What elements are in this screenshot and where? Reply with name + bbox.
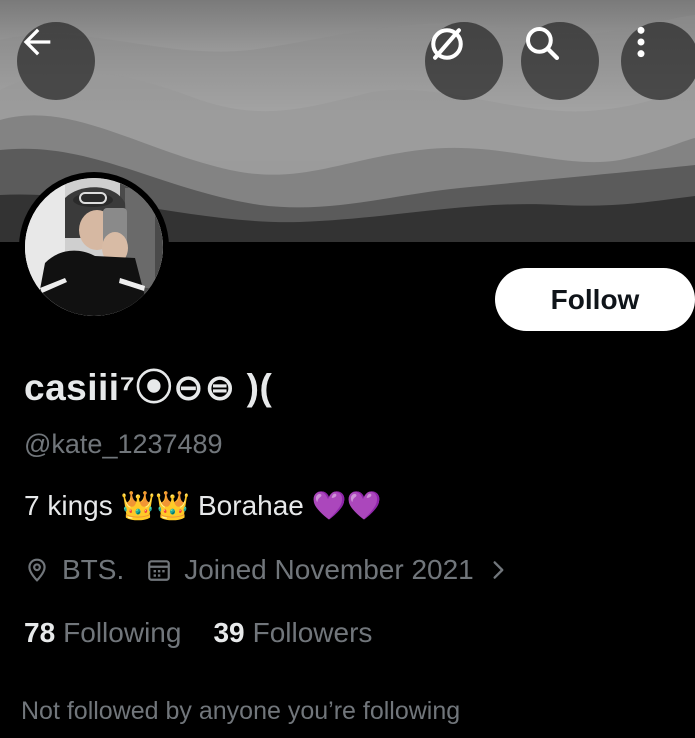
muted-circle-icon xyxy=(431,28,463,60)
followers-link[interactable]: 39 Followers xyxy=(213,617,372,649)
more-options-button[interactable] xyxy=(621,22,695,100)
profile-display-name: casiii⁷⦿⊖⊜ )( xyxy=(24,367,273,408)
profile-page: Follow casiii⁷⦿⊖⊜ )( @kate_1237489 7 kin… xyxy=(0,0,695,738)
more-vertical-icon xyxy=(637,26,645,58)
profile-stats: 78 Following 39 Followers xyxy=(24,617,372,649)
location-pin-icon xyxy=(24,557,50,583)
follow-button[interactable]: Follow xyxy=(495,268,695,331)
calendar-icon xyxy=(146,557,172,583)
profile-handle: @kate_1237489 xyxy=(24,429,223,459)
profile-meta: BTS. Joined November 2021 xyxy=(24,553,522,587)
followers-label: Followers xyxy=(252,617,373,648)
profile-location: BTS. xyxy=(62,554,125,585)
chevron-right-icon[interactable] xyxy=(488,557,510,583)
profile-bio: 7 kings 👑👑 Borahae 💜💜 xyxy=(24,490,382,521)
profile-avatar[interactable] xyxy=(19,172,169,322)
search-button[interactable] xyxy=(521,22,599,100)
mutual-followers-note: Not followed by anyone you’re following xyxy=(21,697,461,725)
back-button[interactable] xyxy=(17,22,95,100)
following-link[interactable]: 78 Following xyxy=(24,617,181,649)
followers-count: 39 xyxy=(213,617,245,648)
profile-join-date: Joined November 2021 xyxy=(184,554,474,585)
search-icon xyxy=(525,26,560,61)
avatar-image xyxy=(25,178,163,316)
following-label: Following xyxy=(63,617,182,648)
arrow-left-icon xyxy=(23,28,51,56)
following-count: 78 xyxy=(24,617,56,648)
mute-button[interactable] xyxy=(425,22,503,100)
